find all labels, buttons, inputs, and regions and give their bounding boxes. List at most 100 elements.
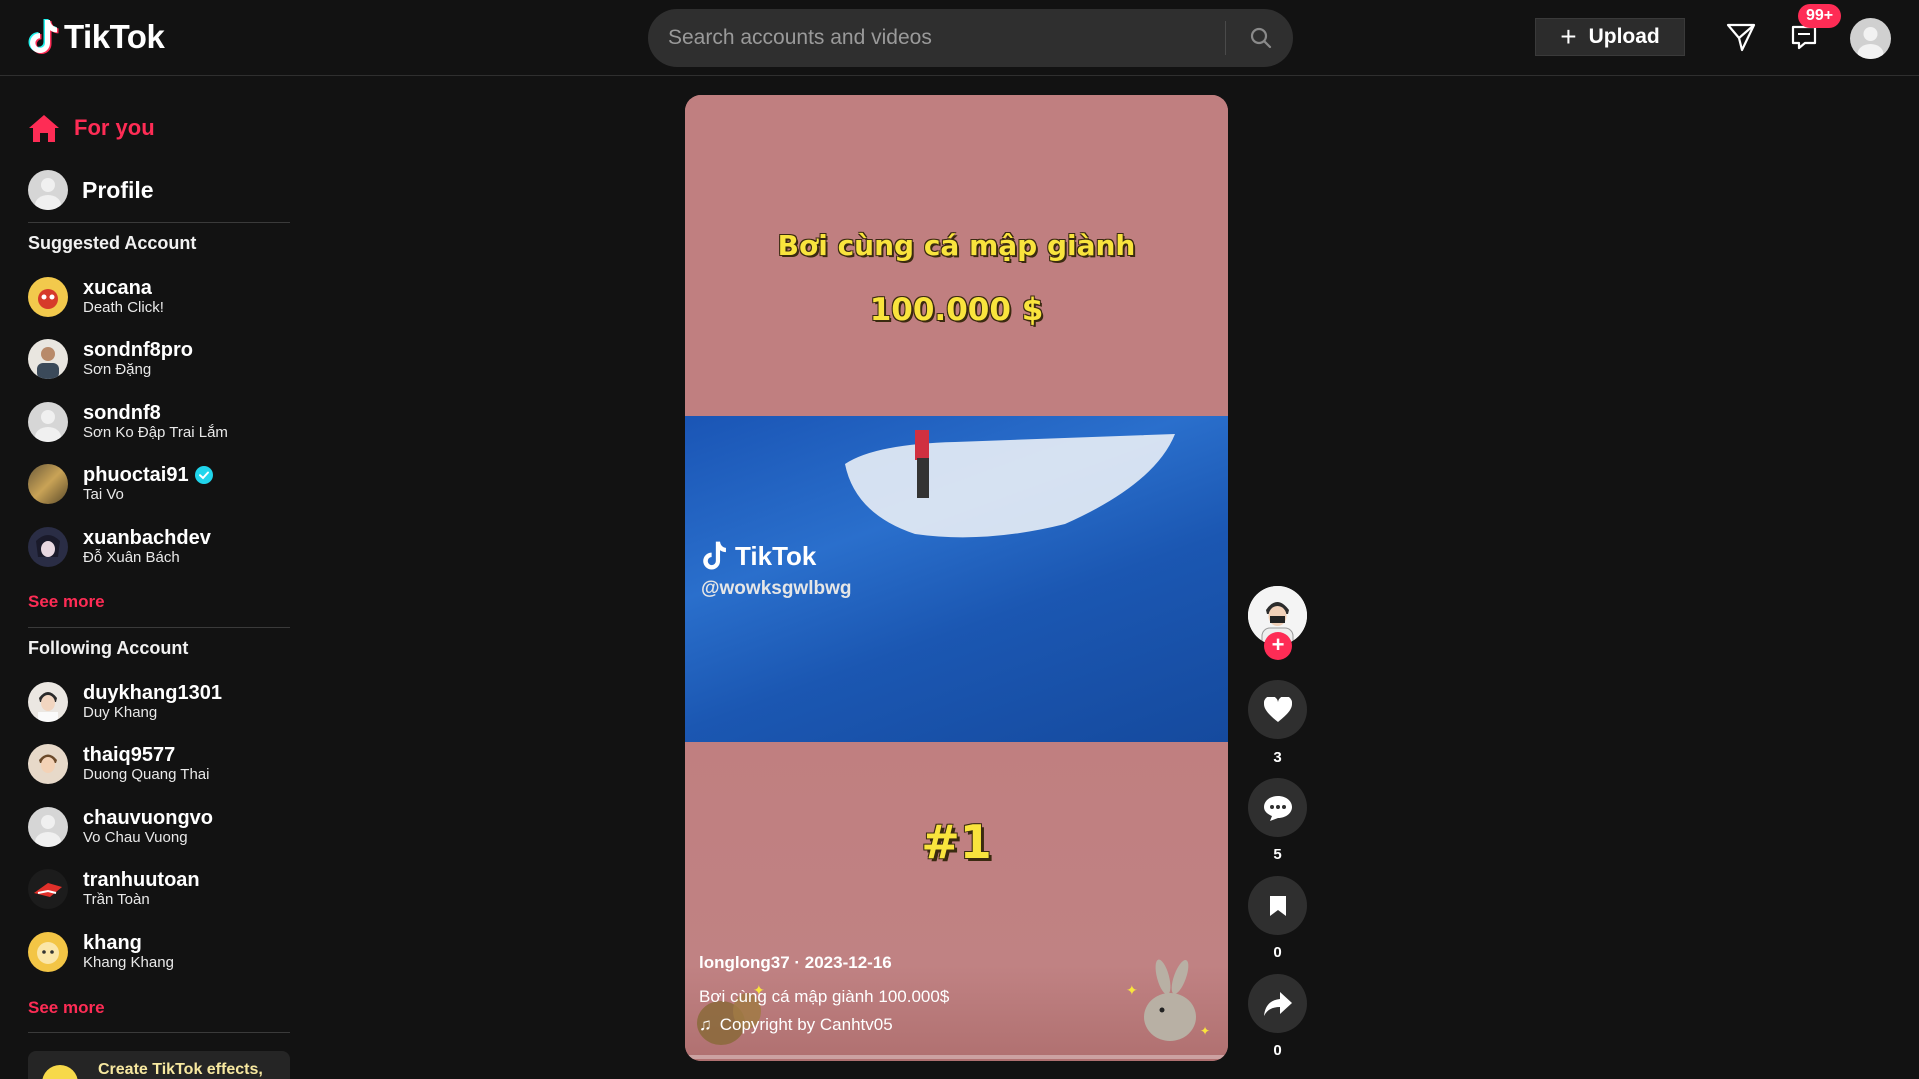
tiktok-logo-icon [703, 541, 726, 570]
search-button[interactable] [1232, 9, 1290, 67]
search-bar [648, 9, 1293, 67]
music-note-icon: ♫ [699, 1015, 712, 1034]
search-divider [1225, 21, 1226, 55]
upload-button[interactable]: + Upload [1535, 18, 1685, 56]
send-icon [1726, 23, 1756, 52]
heart-icon [1263, 696, 1292, 722]
music-label: Copyright by Canhtv05 [719, 1015, 893, 1034]
plus-icon: + [1560, 21, 1577, 52]
divider [28, 627, 290, 628]
user-icon [1857, 27, 1884, 59]
user-avatar[interactable] [1850, 18, 1891, 59]
following-account[interactable]: khang Khang Khang [28, 932, 174, 972]
nav-for-you-label: For you [74, 115, 155, 140]
following-account[interactable]: chauvuongvo Vo Chau Vuong [28, 807, 213, 847]
save-count: 0 [1273, 944, 1282, 961]
save-button[interactable] [1248, 876, 1307, 935]
create-effects-banner[interactable]: Create TikTok effects, [28, 1051, 290, 1079]
video-progress-bar[interactable] [685, 1055, 1228, 1059]
following-account[interactable]: thaiq9577 Duong Quang Thai [28, 744, 209, 784]
logo-text: TikTok [64, 18, 165, 55]
account-nickname: Sơn Đặng [83, 361, 152, 378]
suggested-account[interactable]: xucana Death Click! [28, 277, 164, 317]
home-icon [29, 115, 59, 142]
video-player[interactable]: Bơi cùng cá mập giành 100.000 $ TikTok @… [685, 95, 1228, 1061]
video-author-date[interactable]: longlong37 · 2023-12-16 [699, 953, 949, 973]
search-input[interactable] [668, 9, 1248, 67]
following-account[interactable]: tranhuutoan Trần Toàn [28, 869, 200, 909]
suggested-account[interactable]: sondnf8 Sơn Ko Đập Trai Lắm [28, 402, 228, 442]
avatar [28, 464, 68, 504]
video-overlay-title-line1: Bơi cùng cá mập giành [777, 229, 1136, 262]
suggested-account[interactable]: xuanbachdev Đỗ Xuân Bách [28, 527, 211, 567]
avatar [28, 932, 68, 972]
like-button[interactable] [1248, 680, 1307, 739]
account-nickname: Đỗ Xuân Bách [83, 549, 180, 566]
svg-text:✦: ✦ [1200, 1024, 1210, 1038]
suggested-account[interactable]: sondnf8pro Sơn Đặng [28, 339, 193, 379]
account-username: xucana [83, 277, 152, 299]
nav-profile[interactable]: Profile [28, 170, 154, 210]
avatar [28, 807, 68, 847]
account-nickname: Duy Khang [83, 704, 158, 721]
account-nickname: Trần Toàn [83, 891, 150, 908]
like-count: 3 [1273, 749, 1282, 766]
svg-text:✦: ✦ [1126, 983, 1138, 999]
user-icon [35, 178, 61, 210]
avatar [28, 527, 68, 567]
tiktok-watermark: TikTok @wowksgwlbwg [701, 540, 851, 600]
account-nickname: Khang Khang [83, 954, 174, 971]
account-username: tranhuutoan [83, 869, 200, 891]
bookmark-icon [1269, 895, 1286, 916]
video-music[interactable]: ♫ Copyright by Canhtv05 [699, 1015, 949, 1035]
comment-button[interactable] [1248, 778, 1307, 837]
share-count: 0 [1273, 1042, 1282, 1059]
suggested-see-more-link[interactable]: See more [28, 592, 105, 612]
video-caption: longlong37 · 2023-12-16 Bơi cùng cá mập … [699, 953, 949, 1035]
top-bar: TikTok + Upload 99+ [0, 0, 1919, 76]
messages-button[interactable] [1724, 20, 1758, 54]
effects-label: Create TikTok effects, [98, 1061, 263, 1078]
boat-shape [845, 430, 1175, 538]
bunny-sticker-icon: ✦ ✦ [1126, 959, 1210, 1041]
avatar [28, 744, 68, 784]
suggested-account[interactable]: phuoctai91 Tai Vo [28, 464, 213, 504]
divider [28, 222, 290, 223]
avatar [28, 339, 68, 379]
tiktok-logo-icon [28, 19, 59, 54]
video-description: Bơi cùng cá mập giành 100.000$ [699, 987, 950, 1006]
suggested-title: Suggested Account [28, 233, 197, 253]
effects-coin-icon [42, 1065, 78, 1079]
following-see-more-link[interactable]: See more [28, 998, 105, 1018]
account-username: khang [83, 932, 142, 954]
account-username: thaiq9577 [83, 744, 176, 766]
watermark-logo-text: TikTok [735, 540, 817, 571]
search-icon [1250, 27, 1272, 49]
watermark-handle: @wowksgwlbwg [701, 578, 852, 599]
account-nickname: Duong Quang Thai [83, 766, 210, 783]
account-username: duykhang1301 [83, 682, 222, 704]
account-nickname: Death Click! [83, 299, 164, 316]
divider [28, 1032, 290, 1033]
tiktok-logo[interactable]: TikTok [28, 17, 165, 57]
account-nickname: Tai Vo [83, 486, 124, 503]
video-overlay-title-line2: 100.000 $ [869, 292, 1044, 328]
verified-icon [194, 466, 213, 484]
nav-profile-label: Profile [82, 176, 154, 203]
share-button[interactable] [1248, 974, 1307, 1033]
sidebar: For you Profile Suggested Account xucana… [0, 76, 300, 1079]
account-username: xuanbachdev [83, 527, 211, 549]
share-icon [1263, 991, 1292, 1016]
upload-label: Upload [1588, 25, 1660, 48]
avatar [28, 402, 68, 442]
avatar [28, 869, 68, 909]
account-username: sondnf8pro [83, 339, 193, 361]
avatar [28, 682, 68, 722]
account-nickname: Sơn Ko Đập Trai Lắm [83, 424, 228, 441]
follow-button[interactable]: + [1264, 632, 1292, 660]
following-account[interactable]: duykhang1301 Duy Khang [28, 682, 222, 722]
account-nickname: Vo Chau Vuong [83, 829, 188, 846]
nav-for-you[interactable]: For you [28, 113, 155, 143]
comment-icon [1263, 795, 1292, 821]
video-overlay-rank: #1 [921, 815, 992, 869]
